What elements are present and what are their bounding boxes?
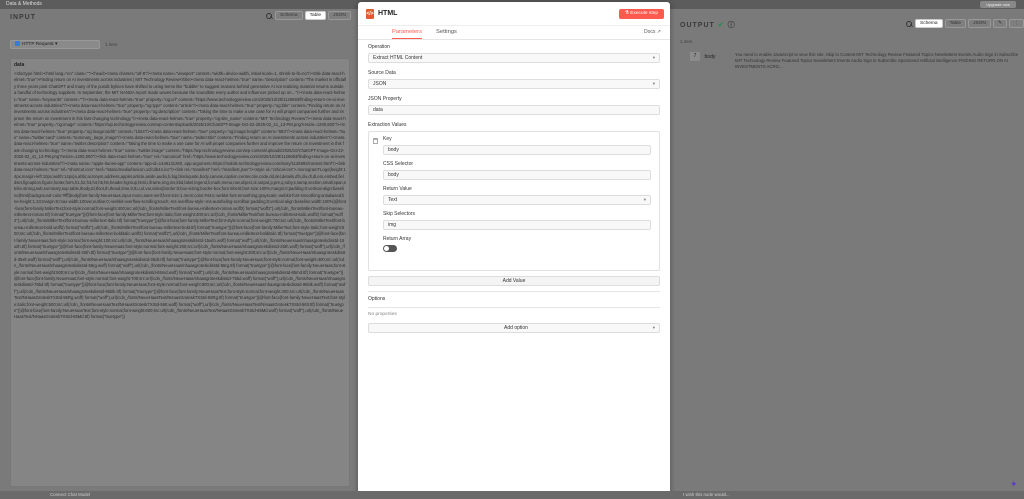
execute-step-button[interactable]: ⚗ Execute step (618, 9, 664, 19)
output-panel (670, 9, 1024, 499)
json-property-input[interactable]: data (368, 105, 660, 115)
input-view-switch: Schema Table JSON (265, 11, 351, 20)
input-data-table: data <!doctype html><html lang="en" clas… (10, 58, 350, 487)
return-value-select[interactable]: Text ▾ (383, 195, 651, 205)
output-search-icon[interactable] (905, 20, 913, 28)
css-selector-label: CSS Selector (383, 161, 414, 167)
output-view-json[interactable]: JSON (968, 19, 991, 28)
extraction-values-label: Extraction Values (368, 122, 407, 128)
tab-parameters[interactable]: Parameters (392, 29, 422, 39)
docs-link-label: Docs (644, 29, 656, 35)
operation-select[interactable]: Extract HTML Content ▾ (368, 53, 660, 63)
input-view-json[interactable]: JSON (328, 11, 351, 20)
modal-title: HTML (378, 10, 398, 17)
json-property-label: JSON Property (368, 96, 402, 102)
source-data-value: JSON (373, 81, 387, 87)
bottom-bar: Connect Chat Model I wish this node woul… (0, 491, 1024, 499)
flask-icon: ⚗ (624, 11, 629, 16)
http-request-icon (15, 41, 20, 46)
return-value-value: Text (388, 197, 398, 203)
tab-settings[interactable]: Settings (436, 29, 457, 35)
input-view-table[interactable]: Table (304, 11, 327, 20)
execute-step-label: Execute step (630, 11, 658, 16)
trash-icon[interactable] (373, 138, 378, 144)
chevron-down-icon: ▾ (652, 325, 655, 330)
extraction-values-box: Key body CSS Selector body Return Value … (368, 131, 660, 271)
ai-assistant-icon[interactable]: ✦ (1010, 479, 1020, 489)
options-divider (368, 291, 660, 292)
options-label: Options (368, 296, 386, 302)
input-view-schema[interactable]: Schema (275, 11, 303, 20)
operation-label: Operation (368, 44, 390, 50)
chevron-down-icon: ▾ (643, 197, 646, 202)
output-row-index: 7 (690, 52, 700, 61)
output-panel-title: OUTPUT ✔ ⓘ (680, 20, 736, 30)
success-check-icon: ✔ (717, 22, 725, 29)
html-node-icon: </> (366, 9, 374, 19)
output-row: 7 body You need to enable JavaScript to … (690, 52, 1020, 69)
css-selector-input[interactable]: body (383, 170, 651, 180)
info-icon: ⓘ (727, 22, 736, 29)
workflow-name[interactable]: Data & Methods (6, 1, 42, 7)
search-icon[interactable] (265, 12, 273, 20)
return-value-label: Return Value (383, 186, 412, 192)
edit-output-icon[interactable]: ✎ (992, 19, 1007, 28)
input-item-count: 1 item (105, 42, 118, 47)
input-panel-title: INPUT (10, 14, 36, 21)
html-node-modal: </> HTML ⚗ Execute step Parameters Setti… (358, 2, 670, 495)
more-options-icon[interactable]: ⋮ (1008, 19, 1024, 28)
output-panel-title-text: OUTPUT (680, 22, 715, 29)
parameters-form: Operation Extract HTML Content ▾ Source D… (368, 44, 660, 340)
output-view-table[interactable]: Table (944, 19, 967, 28)
source-data-label: Source Data (368, 70, 396, 76)
extraction-value-item: Key body CSS Selector body Return Value … (383, 136, 651, 252)
chevron-down-icon: ▾ (652, 81, 655, 86)
return-array-toggle[interactable] (383, 245, 397, 252)
external-link-icon: ↗ (656, 29, 661, 35)
operation-value: Extract HTML Content (373, 55, 423, 61)
add-option-select[interactable]: Add option ▾ (368, 323, 660, 333)
output-value-body[interactable]: You need to enable JavaScript to view th… (735, 52, 1020, 70)
skip-selectors-label: Skip Selectors (383, 211, 415, 217)
feedback-input[interactable]: I wish this node would... (683, 492, 730, 497)
no-properties-text: No properties (368, 312, 397, 317)
return-array-label: Return Array (383, 236, 412, 242)
data-cell[interactable]: <!doctype html><html lang="en" class="">… (14, 71, 346, 321)
connect-chat-model-link[interactable]: Connect Chat Model (50, 492, 90, 497)
add-option-label: Add option (504, 325, 528, 331)
chevron-down-icon: ▾ (652, 55, 655, 60)
output-key-body[interactable]: body (705, 54, 716, 60)
key-label: Key (383, 136, 392, 142)
key-input[interactable]: body (383, 145, 651, 155)
modal-tabs: Parameters Settings (358, 26, 670, 40)
output-view-switch: Schema Table JSON ✎ ⋮ (905, 19, 1024, 28)
output-view-schema[interactable]: Schema (915, 19, 943, 28)
input-node-select[interactable]: HTTP Request ▾ (10, 40, 100, 49)
modal-header: </> HTML ⚗ Execute step (358, 2, 670, 26)
output-item-count: 1 item (680, 39, 693, 44)
source-data-select[interactable]: JSON ▾ (368, 79, 660, 89)
skip-selectors-input[interactable]: img (383, 220, 651, 230)
add-value-button[interactable]: Add Value (368, 276, 660, 286)
column-header-data: data (14, 62, 25, 68)
docs-link[interactable]: Docs ↗ (644, 29, 661, 35)
options-inner-divider (368, 307, 660, 308)
input-node-select-label: HTTP Request (22, 42, 54, 47)
upgrade-button[interactable]: Upgrade now (980, 1, 1016, 8)
